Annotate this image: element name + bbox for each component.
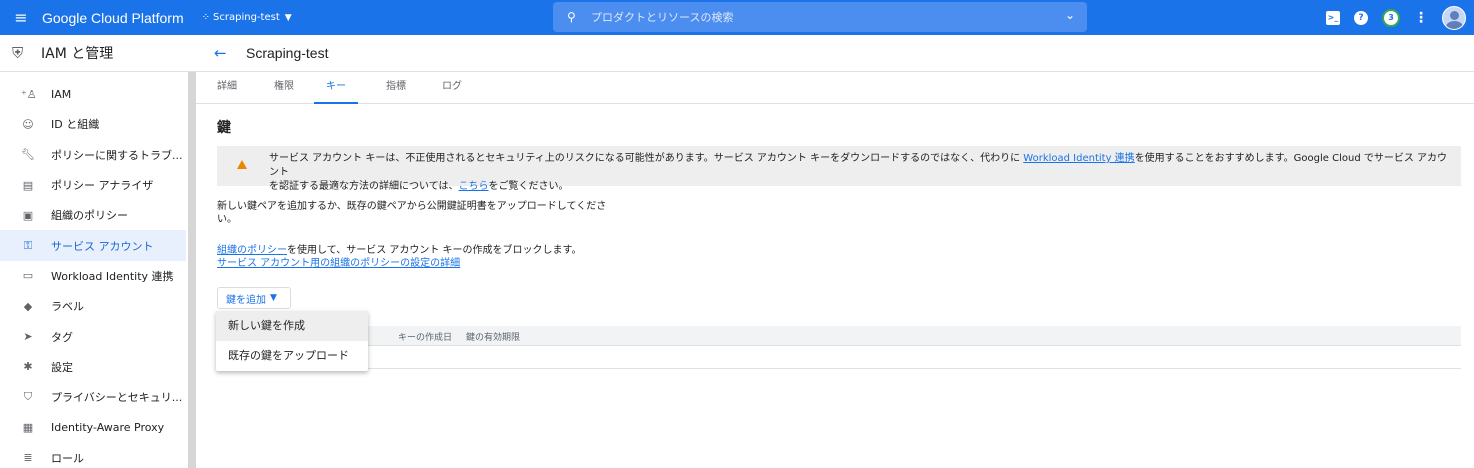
column-header-created[interactable]: キーの作成日: [398, 330, 452, 343]
search-icon: ⚲: [567, 10, 576, 24]
sidebar-item-identity-org[interactable]: ☺ ID と組織: [0, 109, 186, 139]
warning-text: サービス アカウント キーは、不正使用されるとセキュリティ上のリスクになる可能性…: [269, 152, 1449, 194]
tab-keys[interactable]: キー: [314, 72, 358, 104]
warning-banner: サービス アカウント キーは、不正使用されるとセキュリティ上のリスクになる可能性…: [217, 146, 1461, 192]
tag-icon: ➤: [23, 330, 33, 344]
add-key-menu: 新しい鍵を作成 既存の鍵をアップロード: [216, 311, 368, 371]
keys-description: 新しい鍵ペアを追加するか、既存の鍵ペアから公開鍵証明書をアップロードしてください…: [217, 201, 607, 225]
wrench-icon: 🔧︎: [21, 148, 35, 162]
hamburger-menu-icon[interactable]: ≡: [0, 0, 42, 35]
sidebar-item-org-policies[interactable]: ▣ 組織のポリシー: [0, 200, 186, 230]
org-policy-link[interactable]: 組織のポリシー: [217, 245, 287, 256]
add-key-label: 鍵を追加: [226, 294, 266, 306]
chevron-down-icon[interactable]: ⌄: [1065, 8, 1075, 22]
policy-note: 組織のポリシーを使用して、サービス アカウント キーの作成をブロックします。 サ…: [217, 244, 582, 270]
menu-item-upload-existing-key[interactable]: 既存の鍵をアップロード: [216, 341, 368, 371]
sidebar-item-label: ロール: [51, 451, 84, 465]
workload-identity-link[interactable]: Workload Identity 連携: [1023, 153, 1134, 164]
keys-table-header: キーの作成日 鍵の有効期限: [217, 326, 1461, 346]
more-vert-icon[interactable]: ⋮: [1414, 10, 1428, 26]
page-header: ← Scraping-test: [196, 35, 1474, 72]
sidebar-item-roles[interactable]: ≣ ロール: [0, 443, 186, 468]
help-icon[interactable]: ?: [1354, 10, 1368, 25]
sidebar-item-label: Identity-Aware Proxy: [51, 420, 165, 434]
sidebar-item-label: ID と組織: [51, 118, 100, 132]
account-circle-icon: ☺: [22, 117, 34, 131]
column-header-expires[interactable]: 鍵の有効期限: [466, 330, 520, 343]
policy-details-link[interactable]: サービス アカウント用の組織のポリシーの設定の詳細: [217, 258, 460, 269]
sidebar-item-service-accounts[interactable]: ⚿ サービス アカウント: [0, 230, 186, 261]
sidebar-item-label: Workload Identity 連携: [51, 269, 174, 283]
warning-icon: [237, 160, 247, 169]
sidebar-header: ⛨ IAM と管理: [0, 35, 196, 72]
sidebar-item-label: ポリシー アナライザ: [51, 179, 154, 193]
tab-logs[interactable]: ログ: [442, 72, 462, 104]
top-app-bar: ≡ Google Cloud Platform ⁘ Scraping-test …: [0, 0, 1474, 35]
sidebar-item-workload-identity[interactable]: ▭ Workload Identity 連携: [0, 261, 186, 291]
notification-icon[interactable]: 3: [1382, 8, 1400, 27]
project-icon: ⁘: [201, 12, 211, 23]
avatar-icon[interactable]: [1442, 5, 1466, 30]
sidebar-item-label: 組織のポリシー: [51, 209, 128, 223]
policy-note-text: を使用して、サービス アカウント キーの作成をブロックします。: [287, 245, 582, 256]
sidebar: ⛨ IAM と管理 ⁺♙ IAM ☺ ID と組織 🔧︎ ポリシーに関するトラブ...…: [0, 35, 196, 468]
roles-icon: ≣: [23, 451, 33, 465]
sidebar-item-tags[interactable]: ➤ タグ: [0, 321, 186, 351]
id-card-icon: ▭: [22, 269, 34, 283]
service-account-icon: ⚿: [23, 238, 33, 252]
warning-text-part: を認証する最適な方法の詳細については、: [269, 181, 459, 192]
project-name: Scraping-test: [213, 12, 280, 23]
settings-icon: ✱: [23, 360, 33, 374]
sidebar-item-iap[interactable]: ▦ Identity-Aware Proxy: [0, 412, 186, 442]
section-title: 鍵: [217, 120, 231, 136]
sidebar-item-label: IAM: [51, 87, 72, 101]
sidebar-item-label: ポリシーに関するトラブ...: [51, 148, 183, 162]
sidebar-title: IAM と管理: [41, 46, 114, 62]
main-content: ← Scraping-test 詳細 権限 キー 指標 ログ 鍵 サービス アカ…: [196, 35, 1474, 468]
sidebar-item-privacy-security[interactable]: ⛉ プライバシーとセキュリ...: [0, 382, 186, 412]
sidebar-item-label: サービス アカウント: [51, 239, 154, 253]
menu-item-create-new-key[interactable]: 新しい鍵を作成: [216, 311, 368, 341]
warning-text-part: をご覧ください。: [488, 181, 569, 192]
caret-down-icon: ▼: [284, 12, 292, 23]
sidebar-list: ⁺♙ IAM ☺ ID と組織 🔧︎ ポリシーに関するトラブ... ▤ ポリシー アナラ…: [0, 79, 186, 468]
sidebar-item-label: ラベル: [51, 300, 84, 314]
sidebar-item-iam[interactable]: ⁺♙ IAM: [0, 79, 186, 109]
tab-details[interactable]: 詳細: [217, 72, 237, 104]
shield-icon: ⛉: [23, 390, 33, 404]
sidebar-item-settings[interactable]: ✱ 設定: [0, 352, 186, 382]
project-picker[interactable]: ⁘ Scraping-test ▼: [202, 12, 292, 23]
page-title: Scraping-test: [246, 45, 329, 61]
back-arrow-icon[interactable]: ←: [214, 44, 236, 62]
learn-more-link[interactable]: こちら: [459, 181, 489, 192]
search-placeholder: プロダクトとリソースの検索: [591, 11, 734, 24]
proxy-icon: ▦: [22, 420, 34, 434]
document-search-icon: ▤: [22, 178, 34, 192]
sidebar-item-label: プライバシーとセキュリ...: [51, 391, 183, 405]
person-add-icon: ⁺♙: [21, 87, 37, 101]
add-key-button[interactable]: 鍵を追加 ▼: [217, 287, 291, 309]
label-icon: ◆: [23, 299, 33, 313]
table-divider: [217, 368, 1461, 369]
shield-icon: ⛨: [12, 44, 24, 62]
sidebar-item-label: 設定: [51, 360, 73, 374]
top-icons: >_ ? 3 ⋮: [1326, 0, 1466, 35]
sidebar-scrollbar[interactable]: [188, 72, 196, 468]
sidebar-item-labels[interactable]: ◆ ラベル: [0, 291, 186, 321]
list-box-icon: ▣: [22, 208, 34, 222]
cloud-shell-icon[interactable]: >_: [1326, 10, 1340, 25]
tab-metrics[interactable]: 指標: [386, 72, 406, 104]
sidebar-item-policy-analyzer[interactable]: ▤ ポリシー アナライザ: [0, 170, 186, 200]
tab-permissions[interactable]: 権限: [274, 72, 294, 104]
warning-text-part: サービス アカウント キーは、不正使用されるとセキュリティ上のリスクになる可能性…: [269, 153, 1024, 164]
search-bar[interactable]: ⚲ プロダクトとリソースの検索 ⌄: [553, 2, 1087, 32]
tab-bar: 詳細 権限 キー 指標 ログ: [196, 72, 1474, 104]
sidebar-item-label: タグ: [51, 330, 73, 344]
caret-down-icon: ▼: [270, 293, 277, 303]
brand-title[interactable]: Google Cloud Platform: [42, 10, 184, 26]
sidebar-item-policy-troubleshooter[interactable]: 🔧︎ ポリシーに関するトラブ...: [0, 140, 186, 170]
